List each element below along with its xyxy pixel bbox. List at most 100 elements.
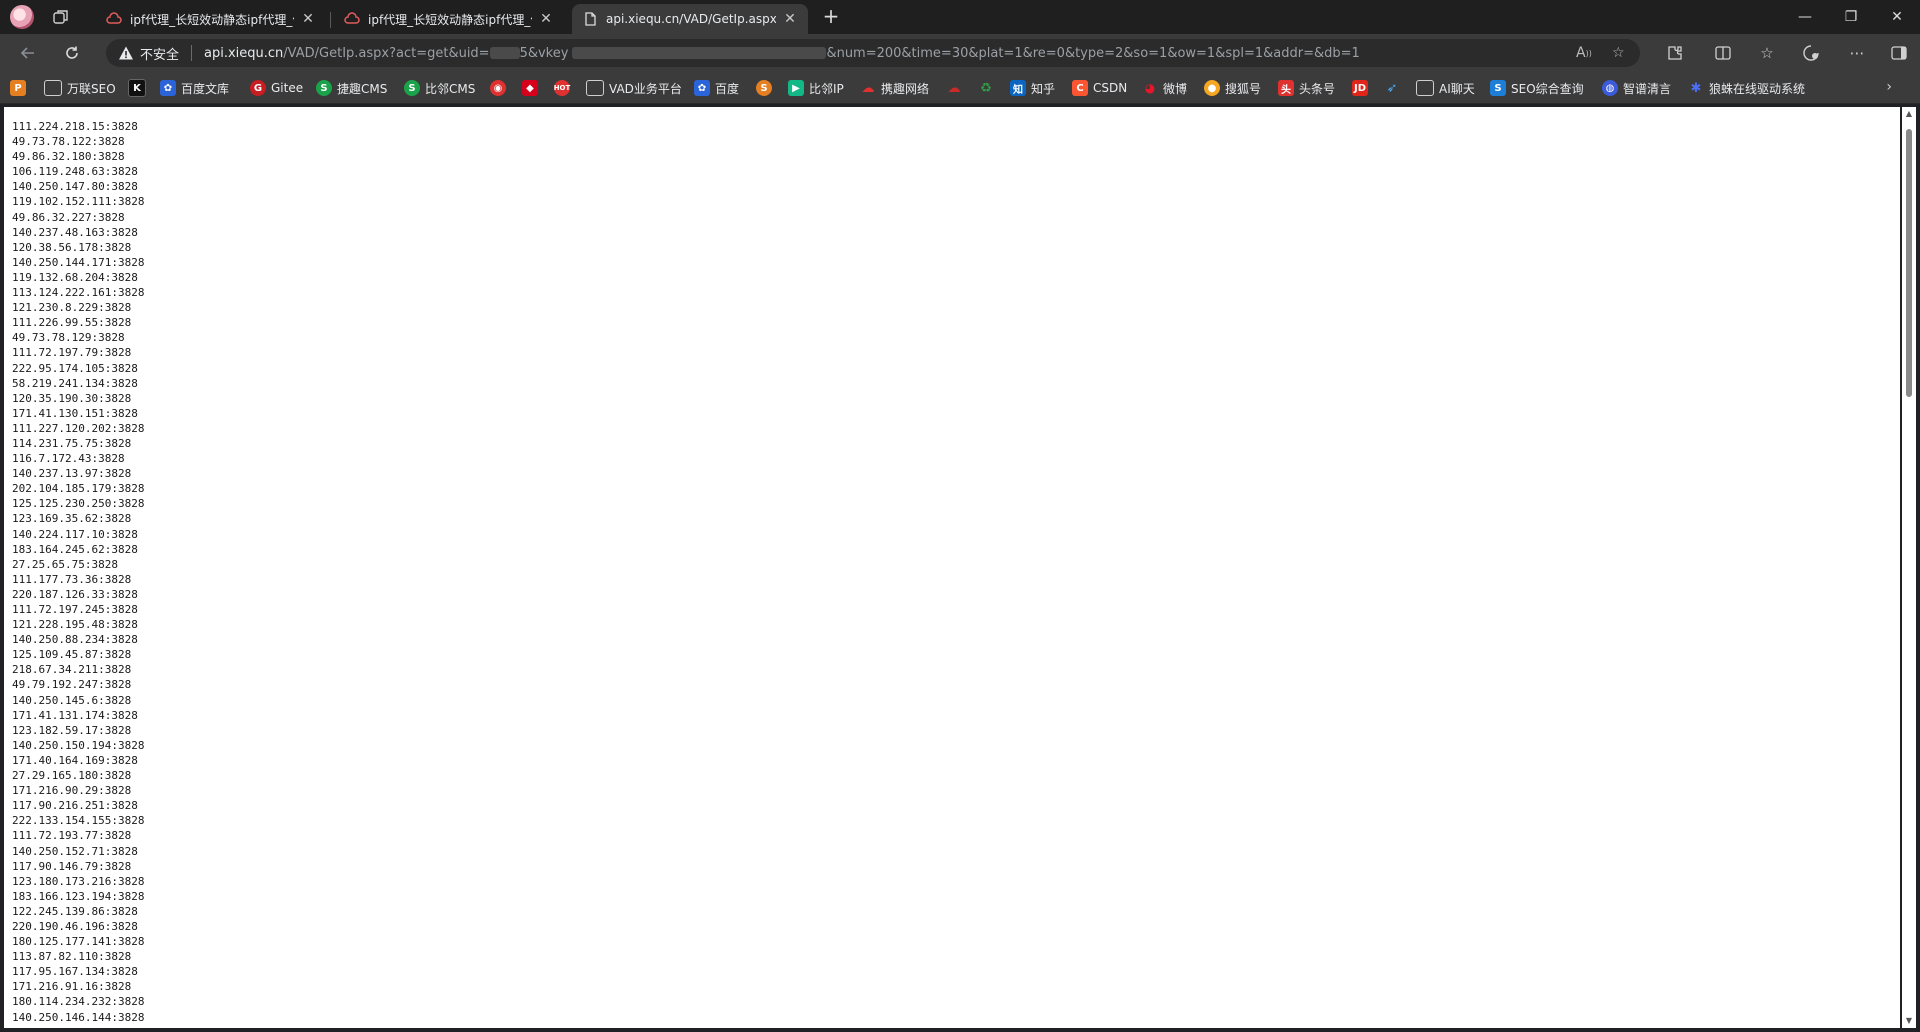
bookmark-red-cloud[interactable]: ☁ — [946, 79, 962, 97]
bookmark-ai-chat[interactable]: AI聊天 — [1416, 79, 1475, 97]
ip-line: 180.125.177.141:3828 — [12, 935, 145, 949]
ip-line: 171.40.164.169:3828 — [12, 753, 138, 767]
ip-line: 123.182.59.17:3828 — [12, 723, 132, 737]
green-leaf-icon: ♻ — [980, 80, 992, 96]
back-button[interactable] — [16, 41, 40, 65]
read-aloud-icon[interactable]: A)) — [1576, 39, 1592, 67]
ip-line: 113.87.82.110:3828 — [12, 950, 132, 964]
bookmark-seo-query[interactable]: S SEO综合查询 — [1490, 79, 1584, 97]
spider-icon: ✱ — [1690, 80, 1702, 96]
bookmark-sohu[interactable]: ● 搜狐号 — [1204, 79, 1261, 97]
tab-title: api.xiequ.cn/VAD/GetIp.aspx?act= — [606, 12, 776, 26]
bookmark-p[interactable]: P — [10, 79, 26, 97]
tab-1[interactable]: ipf代理_长短效动静态ipf代理_优质 ✕ — [96, 4, 326, 34]
bookmark-toutiao[interactable]: 头头条号 — [1278, 79, 1335, 97]
tab-3-active[interactable]: api.xiequ.cn/VAD/GetIp.aspx?act= ✕ — [572, 4, 808, 34]
bookmark-csdn[interactable]: C CSDN — [1072, 79, 1127, 97]
refresh-button[interactable] — [60, 41, 84, 65]
ip-line: 111.177.73.36:3828 — [12, 572, 132, 586]
close-window-button[interactable]: ✕ — [1874, 0, 1920, 34]
bookmark-zhipu[interactable]: ◍ 智谱清言 — [1602, 79, 1671, 97]
chevron-right-icon[interactable]: › — [1886, 79, 1892, 95]
bookmark-red-circle[interactable]: ◉ — [490, 79, 506, 97]
bookmark-label: 万联SEO — [67, 81, 116, 96]
bookmark-green-leaf[interactable]: ♻ — [978, 79, 994, 97]
ip-line: 27.29.165.180:3828 — [12, 769, 132, 783]
ip-line: 183.166.123.194:3828 — [12, 889, 145, 903]
warning-icon[interactable] — [118, 45, 134, 61]
close-tab-icon[interactable]: ✕ — [538, 11, 554, 27]
more-options-icon[interactable]: ⋯ — [1846, 42, 1868, 64]
ip-line: 140.237.48.163:3828 — [12, 225, 138, 239]
workspaces-icon[interactable] — [52, 8, 70, 26]
bookmark-baidu[interactable]: ✿ 百度 — [694, 79, 739, 97]
minimize-button[interactable]: — — [1782, 0, 1828, 34]
bookmark-label: 狼蛛在线驱动系统 — [1709, 81, 1806, 96]
bookmarks-bar: P 万联SEO K ✿ 百度文库 G Gitee S 捷趣CMS S 比邻CMS ◉ ◆… — [0, 72, 1920, 104]
bookmark-label: 比邻IP — [809, 81, 844, 96]
s-orange-icon: S — [756, 80, 772, 96]
gitee-icon: G — [250, 80, 266, 96]
ip-line: 125.109.45.87:3828 — [12, 648, 132, 662]
bookmark-wanlian-seo[interactable]: 万联SEO — [44, 79, 116, 97]
bookmark-xiequ-cms[interactable]: S 捷趣CMS — [316, 79, 387, 97]
address-bar[interactable]: 不安全 api.xiequ.cn /VAD/GetIp.aspx?act=get… — [106, 39, 1640, 67]
close-tab-icon[interactable]: ✕ — [300, 11, 316, 27]
page-content: 111.224.218.15:3828 49.73.78.122:3828 49… — [4, 107, 1900, 1028]
bookmark-red-badge[interactable]: ◆ — [522, 79, 538, 97]
split-screen-icon[interactable] — [1712, 42, 1734, 64]
url-path: /VAD/GetIp.aspx?act=get&uid= — [283, 45, 490, 61]
bookmark-gitee[interactable]: G Gitee — [250, 79, 303, 97]
ip-line: 202.104.185.179:3828 — [12, 482, 145, 496]
red-circle-icon: ◉ — [490, 80, 506, 96]
security-status-label[interactable]: 不安全 — [140, 44, 179, 63]
bookmark-label: 捷趣CMS — [337, 81, 388, 96]
new-tab-button[interactable]: + — [820, 6, 842, 28]
bookmark-weibo[interactable]: ◕ 微博 — [1142, 79, 1187, 97]
ip-line: 140.250.152.71:3828 — [12, 844, 138, 858]
baidu-icon: ✿ — [160, 80, 176, 96]
ip-line: 119.102.152.111:3828 — [12, 195, 145, 209]
ip-line: 171.41.130.151:3828 — [12, 406, 138, 420]
bookmark-jd[interactable]: JD — [1352, 79, 1368, 97]
close-tab-icon[interactable]: ✕ — [782, 11, 798, 27]
ip-line: 119.132.68.204:3828 — [12, 270, 138, 284]
bookmark-k[interactable]: K — [128, 79, 146, 97]
bookmark-label: SEO综合查询 — [1511, 81, 1584, 96]
favorites-icon[interactable]: ☆ — [1756, 42, 1778, 64]
bookmark-label: 知乎 — [1031, 81, 1056, 96]
star-icon[interactable]: ☆ — [1612, 39, 1625, 67]
bookmark-label: CSDN — [1093, 81, 1128, 95]
sidebar-toggle-icon[interactable] — [1888, 42, 1910, 64]
page-icon — [44, 80, 62, 96]
bookmark-bilin-cms[interactable]: S 比邻CMS — [404, 79, 475, 97]
bookmark-vad-platform[interactable]: VAD业务平台 — [586, 79, 682, 97]
seo-icon: S — [1490, 80, 1506, 96]
vertical-scrollbar[interactable]: ▲ ▼ — [1902, 107, 1916, 1028]
bookmark-spider-driver[interactable]: ✱ 狼蛛在线驱动系统 — [1688, 79, 1805, 97]
scroll-up-arrow-icon[interactable]: ▲ — [1904, 109, 1914, 119]
bookmark-xiequ-network[interactable]: ☁ 携趣网络 — [860, 79, 930, 97]
ip-line: 140.250.145.6:3828 — [12, 693, 132, 707]
sohu-icon: ● — [1204, 80, 1220, 96]
browser-essentials-icon[interactable] — [1800, 42, 1822, 64]
ip-line: 49.73.78.122:3828 — [12, 135, 125, 149]
ip-line: 140.250.150.194:3828 — [12, 738, 145, 752]
bookmark-s-orange[interactable]: S — [756, 79, 772, 97]
url-text[interactable]: api.xiequ.cn /VAD/GetIp.aspx?act=get&uid… — [204, 46, 1360, 61]
ip-line: 121.228.195.48:3828 — [12, 618, 138, 632]
bookmark-baidu-wenku[interactable]: ✿ 百度文库 — [160, 79, 229, 97]
scrollbar-thumb[interactable] — [1906, 129, 1912, 397]
ip-line: 49.79.192.247:3828 — [12, 678, 132, 692]
ip-line: 220.187.126.33:3828 — [12, 587, 138, 601]
bookmark-zhihu[interactable]: 知知乎 — [1010, 79, 1055, 97]
tab-2[interactable]: ipf代理_长短效动静态ipf代理_优质 ✕ — [334, 4, 564, 34]
bookmark-hot[interactable]: HOT — [554, 79, 570, 97]
k-icon: K — [128, 79, 146, 97]
extensions-icon[interactable] — [1664, 42, 1686, 64]
bookmark-rocket[interactable]: ➶ — [1384, 79, 1400, 97]
restore-button[interactable]: ❐ — [1828, 0, 1874, 34]
profile-avatar[interactable] — [10, 5, 34, 29]
bookmark-bilin-ip[interactable]: ▶ 比邻IP — [788, 79, 844, 97]
scroll-down-arrow-icon[interactable]: ▼ — [1904, 1016, 1914, 1026]
